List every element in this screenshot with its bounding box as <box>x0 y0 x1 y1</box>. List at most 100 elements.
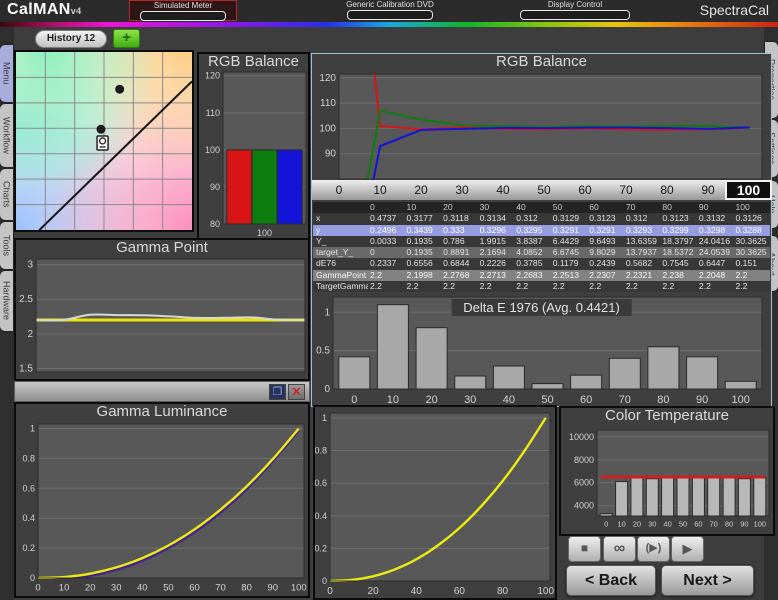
gamma-luminance-panel: Gamma Luminance 10.80.60.40.200102030405… <box>14 402 310 598</box>
table-cell: 0.6447 <box>697 258 734 269</box>
stimulus-label[interactable]: 20 <box>409 183 433 197</box>
table-cell: 0.1935 <box>405 247 442 258</box>
gamma-curve-chart: 10.80.60.40.20020406080100 <box>315 407 555 598</box>
stimulus-label[interactable]: 80 <box>655 183 679 197</box>
chart-window-titlebar[interactable]: ❐ ✕ <box>14 381 310 402</box>
svg-text:80: 80 <box>657 394 669 406</box>
loop-icon: ∞ <box>614 540 625 557</box>
table-cell: 2.1998 <box>405 270 442 281</box>
table-cell: 0.3288 <box>733 225 770 236</box>
table-cell: 0.3291 <box>587 225 624 236</box>
table-row-label: target_Y_ <box>313 247 368 258</box>
table-cell: 0.3126 <box>733 213 770 224</box>
back-button[interactable]: < Back <box>566 565 656 596</box>
svg-text:1: 1 <box>324 307 330 318</box>
stimulus-label[interactable]: 10 <box>368 183 392 197</box>
stimulus-axis[interactable]: 0 10 20 30 40 50 60 70 80 90 100 <box>312 180 771 200</box>
table-cell: 0.3295 <box>514 225 551 236</box>
color-temperature-panel: Color Temperature 1000080006000400001020… <box>559 406 775 536</box>
svg-text:60: 60 <box>580 394 592 406</box>
table-row-GammaPoint[interactable]: GammaPoint2.22.19982.27682.27132.26832.2… <box>313 270 770 281</box>
stimulus-label[interactable]: 30 <box>450 183 474 197</box>
restore-window-button[interactable]: ❐ <box>269 384 286 400</box>
table-row-label: x <box>313 213 368 224</box>
history-button[interactable]: History 12 <box>35 30 107 48</box>
svg-text:0.4: 0.4 <box>315 511 327 521</box>
sidebar-tab-workflow[interactable]: Workflow <box>0 104 13 167</box>
table-row-label: TargetGammaP <box>313 281 368 292</box>
display-dropdown[interactable] <box>520 10 630 20</box>
source-dropdown[interactable] <box>347 10 433 20</box>
table-cell: 13.6359 <box>624 236 661 247</box>
table-header-cell: 100 <box>733 202 770 213</box>
sidebar-tab-charts[interactable]: Charts <box>0 169 13 220</box>
table-header-cell: 30 <box>478 202 515 213</box>
table-cell: 2.2 <box>551 281 588 292</box>
sidebar-tab-tools[interactable]: Tools <box>0 222 13 269</box>
sidebar-tab-menu[interactable]: Menu <box>0 45 13 102</box>
table-row-Y_[interactable]: Y_0.00330.19350.7861.99153.83876.44299.6… <box>313 236 770 247</box>
stimulus-label[interactable]: 0 <box>327 183 351 197</box>
cie-gamut-panel <box>14 50 194 232</box>
color-temperature-title: Color Temperature <box>561 408 773 424</box>
table-header-cell: 0 <box>368 202 405 213</box>
table-row-label: dE76 <box>313 258 368 269</box>
table-cell: 18.3797 <box>660 236 697 247</box>
table-cell: 2.2 <box>368 281 405 292</box>
loop-button[interactable]: ∞ <box>603 536 636 562</box>
svg-text:0.8: 0.8 <box>315 446 327 456</box>
source-selector[interactable]: Generic Calibration DVD <box>330 0 450 21</box>
table-cell: 2.2 <box>733 281 770 292</box>
table-row-y[interactable]: y0.24960.34390.3330.32960.32950.32910.32… <box>313 225 770 236</box>
delta-e-title: Delta E 1976 (Avg. 0.4421) <box>451 299 632 316</box>
svg-text:0: 0 <box>604 520 608 529</box>
rainbow-divider <box>0 22 778 27</box>
sidebar-tab-hardware[interactable]: Hardware <box>0 271 13 331</box>
play-single-button[interactable]: (▶) <box>637 536 670 562</box>
cie-gamut-chart <box>16 52 192 230</box>
table-row-dE76[interactable]: dE760.23370.65560.68440.22260.37850.1179… <box>313 258 770 269</box>
next-button[interactable]: Next > <box>661 565 754 596</box>
add-button[interactable]: + <box>113 29 140 48</box>
svg-text:80: 80 <box>210 219 220 229</box>
table-cell: 0.2496 <box>368 225 405 236</box>
stop-button[interactable]: ■ <box>568 536 601 562</box>
close-icon: ✕ <box>291 384 302 399</box>
display-selector[interactable]: Display Control <box>512 0 638 21</box>
svg-text:4000: 4000 <box>574 501 594 511</box>
meter-selector[interactable]: Simulated Meter <box>129 0 237 21</box>
stimulus-label[interactable]: 40 <box>491 183 515 197</box>
table-cell: 0.1935 <box>405 236 442 247</box>
table-cell: 2.2 <box>733 270 770 281</box>
stimulus-label[interactable]: 70 <box>614 183 638 197</box>
svg-text:30: 30 <box>111 583 122 594</box>
table-cell: 0.2226 <box>478 258 515 269</box>
stimulus-selected[interactable]: 100 <box>725 180 772 200</box>
table-row-TargetGammaP[interactable]: TargetGammaP2.22.22.22.22.22.22.22.22.22… <box>313 281 770 292</box>
rgb-balance-line-title: RGB Balance <box>312 54 771 70</box>
stimulus-label[interactable]: 90 <box>696 183 720 197</box>
close-window-button[interactable]: ✕ <box>288 384 305 400</box>
table-cell: 0.3291 <box>551 225 588 236</box>
table-cell: 0.7545 <box>660 258 697 269</box>
meter-dropdown[interactable] <box>140 11 226 21</box>
table-cell: 2.2 <box>660 281 697 292</box>
stimulus-label[interactable]: 60 <box>573 183 597 197</box>
svg-text:90: 90 <box>696 394 708 406</box>
play-button[interactable]: ▶ <box>671 536 704 562</box>
table-header-cell: 80 <box>660 202 697 213</box>
color-temperature-chart: 100008000600040000102030405060708090100 <box>561 424 773 534</box>
svg-text:0: 0 <box>30 573 35 583</box>
table-row-target_Y_[interactable]: target_Y_00.19350.88912.16944.08526.6745… <box>313 247 770 258</box>
table-row-x[interactable]: x0.47370.31770.31180.31340.3120.31290.31… <box>313 213 770 224</box>
measurement-table: 0102030405060708090100x0.47370.31770.311… <box>313 202 770 292</box>
svg-text:70: 70 <box>215 583 226 594</box>
table-cell: 0 <box>368 247 405 258</box>
table-cell: 2.2 <box>697 281 734 292</box>
stop-icon: ■ <box>581 541 588 555</box>
table-cell: 0.3129 <box>551 213 588 224</box>
stimulus-label[interactable]: 50 <box>532 183 556 197</box>
svg-text:1: 1 <box>322 413 327 423</box>
table-row-label: Y_ <box>313 236 368 247</box>
gamma-luminance-title: Gamma Luminance <box>16 404 308 420</box>
